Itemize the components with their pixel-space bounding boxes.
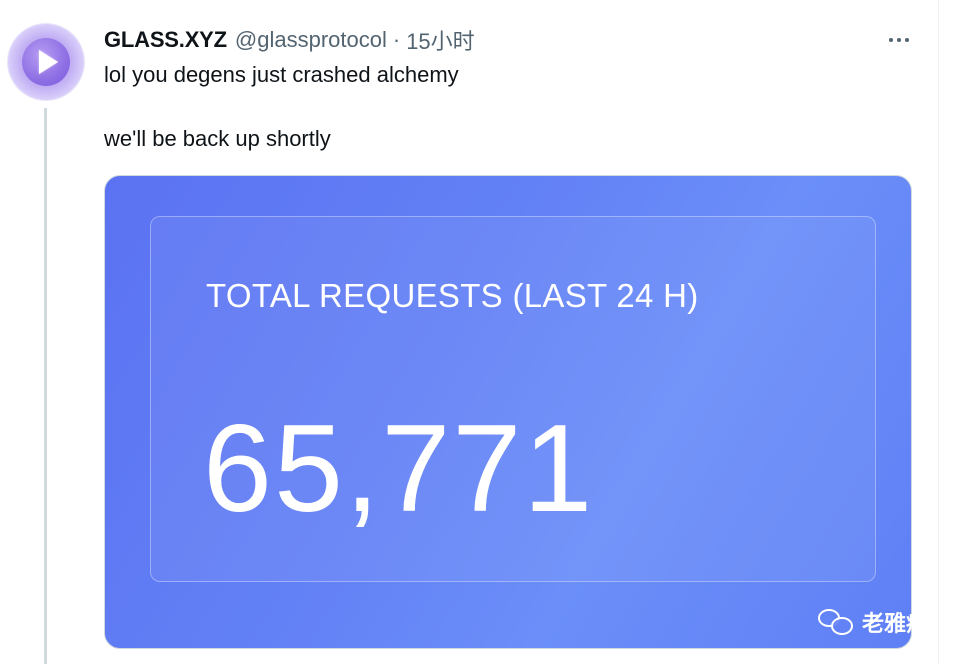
tweet-header: GLASS.XYZ @glassprotocol · 15小时 xyxy=(104,26,475,54)
stat-label: TOTAL REQUESTS (LAST 24 H) xyxy=(206,277,699,314)
timestamp[interactable]: 15小时 xyxy=(406,24,474,56)
display-name[interactable]: GLASS.XYZ xyxy=(104,27,227,53)
tweet-text-line: we'll be back up shortly xyxy=(104,126,331,151)
stats-panel: TOTAL REQUESTS (LAST 24 H) 65,771 xyxy=(150,216,876,582)
thread-line xyxy=(44,108,47,664)
more-horizontal-icon-dot xyxy=(905,38,909,42)
wechat-icon xyxy=(816,607,856,637)
column-divider xyxy=(938,0,939,664)
more-horizontal-icon xyxy=(889,38,893,42)
tweet-media-image[interactable]: TOTAL REQUESTS (LAST 24 H) 65,771 xyxy=(104,175,912,649)
watermark: 老雅痞 xyxy=(816,606,928,638)
avatar[interactable] xyxy=(8,24,84,100)
play-icon xyxy=(39,50,58,74)
watermark-text: 老雅痞 xyxy=(862,611,929,636)
more-options-button[interactable] xyxy=(884,30,914,50)
stat-value: 65,771 xyxy=(203,400,595,538)
tweet-page: GLASS.XYZ @glassprotocol · 15小时 lol you … xyxy=(0,0,966,664)
separator: · xyxy=(392,27,401,52)
user-handle[interactable]: @glassprotocol xyxy=(235,27,387,53)
more-horizontal-icon-dot xyxy=(897,38,901,42)
avatar-logo xyxy=(22,38,70,86)
tweet-text-line: lol you degens just crashed alchemy xyxy=(104,62,459,87)
